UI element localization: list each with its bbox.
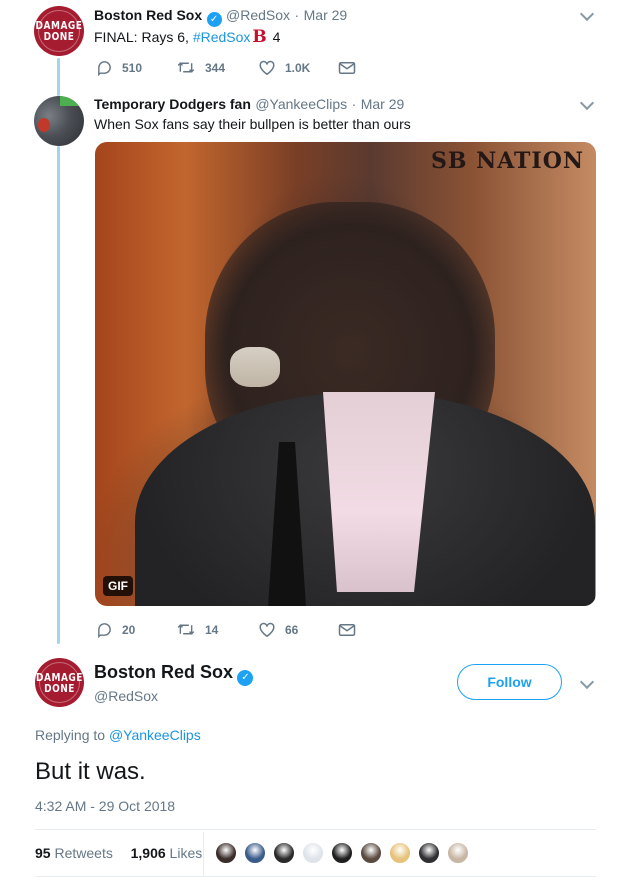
like-button[interactable]: 66 xyxy=(258,621,338,638)
gif-media[interactable]: SB NATION GIF xyxy=(95,142,596,606)
follow-button[interactable]: Follow xyxy=(457,664,562,700)
divider xyxy=(35,876,596,877)
tweet-timestamp[interactable]: 4:32 AM - 29 Oct 2018 xyxy=(35,798,175,814)
tweet-date[interactable]: Mar 29 xyxy=(361,96,405,112)
chevron-down-icon[interactable] xyxy=(579,674,595,690)
tweet-date[interactable]: Mar 29 xyxy=(304,7,348,23)
tweet-actions: 20 14 66 xyxy=(96,621,356,638)
like-button[interactable]: 1.0K xyxy=(258,59,338,76)
replying-to: Replying to @YankeeClips xyxy=(35,727,201,743)
tweet-stats: 95 Retweets 1,906 Likes xyxy=(35,845,202,861)
author-handle[interactable]: @RedSox xyxy=(94,688,158,704)
thread-line xyxy=(57,58,60,96)
author-name[interactable]: Temporary Dodgers fan xyxy=(94,96,251,112)
avatar[interactable]: DAMAGE DONE xyxy=(34,6,84,56)
heart-icon xyxy=(259,622,275,638)
replying-to-link[interactable]: @YankeeClips xyxy=(109,727,201,743)
reply-icon xyxy=(98,623,111,638)
sbnation-watermark: SB NATION xyxy=(430,148,584,174)
author-name[interactable]: Boston Red Sox xyxy=(94,7,202,23)
gif-badge: GIF xyxy=(103,576,133,596)
thread-line xyxy=(57,146,60,644)
message-button[interactable] xyxy=(338,61,356,75)
author-handle[interactable]: @YankeeClips xyxy=(255,96,347,112)
reply-button[interactable]: 510 xyxy=(96,59,176,76)
retweet-button[interactable]: 14 xyxy=(176,621,258,638)
author-name[interactable]: Boston Red Sox xyxy=(94,662,233,682)
liker-avatar[interactable] xyxy=(273,842,295,864)
liker-avatar[interactable] xyxy=(389,842,411,864)
retweet-icon xyxy=(177,624,195,635)
liker-avatar[interactable] xyxy=(418,842,440,864)
tweet-actions: 510 344 1.0K xyxy=(96,59,356,76)
redsox-emoji-icon: B xyxy=(252,27,267,47)
author-handle[interactable]: @RedSox xyxy=(226,7,290,23)
envelope-icon xyxy=(338,623,356,636)
reply-icon xyxy=(98,61,111,76)
message-button[interactable] xyxy=(338,623,356,637)
verified-icon: ✓ xyxy=(237,670,254,686)
divider xyxy=(35,829,596,830)
tweet-text: When Sox fans say their bullpen is bette… xyxy=(94,116,411,132)
chevron-down-icon[interactable] xyxy=(579,6,595,22)
avatar[interactable] xyxy=(34,96,84,146)
liker-avatar[interactable] xyxy=(360,842,382,864)
hashtag-link[interactable]: #RedSox xyxy=(193,29,251,45)
retweets-stat[interactable]: 95 Retweets xyxy=(35,845,113,861)
retweet-icon xyxy=(177,62,195,73)
envelope-icon xyxy=(338,61,356,74)
likes-stat[interactable]: 1,906 Likes xyxy=(131,845,203,861)
avatar[interactable]: DAMAGE DONE xyxy=(35,658,84,707)
stats-separator xyxy=(203,832,204,876)
liker-avatar[interactable] xyxy=(447,842,469,864)
verified-icon: ✓ xyxy=(206,12,222,27)
chevron-down-icon[interactable] xyxy=(579,95,595,111)
tweet-text: But it was. xyxy=(35,758,146,785)
heart-icon xyxy=(259,60,275,76)
liker-avatar[interactable] xyxy=(244,842,266,864)
retweet-button[interactable]: 344 xyxy=(176,59,258,76)
liker-avatar[interactable] xyxy=(302,842,324,864)
reply-button[interactable]: 20 xyxy=(96,621,176,638)
tweet-text: FINAL: Rays 6, #RedSox B 4 xyxy=(94,27,281,47)
liker-avatar[interactable] xyxy=(215,842,237,864)
liker-avatar[interactable] xyxy=(331,842,353,864)
